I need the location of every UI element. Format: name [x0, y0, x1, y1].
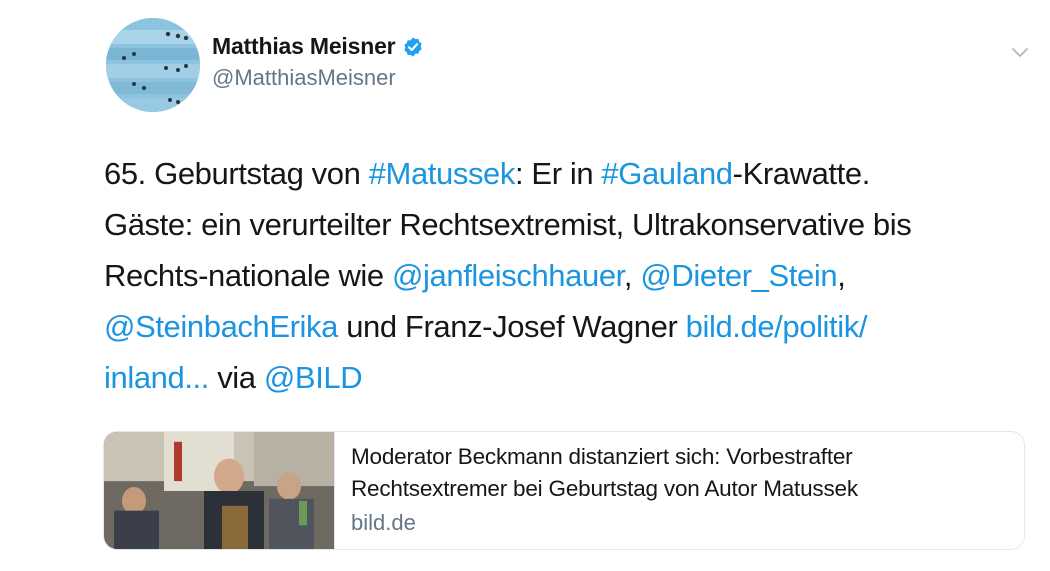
mention-janfleischhauer-link[interactable]: @janfleischhauer — [392, 258, 624, 293]
chevron-down-icon[interactable] — [1008, 40, 1032, 64]
avatar[interactable] — [106, 18, 200, 112]
tweet-line: inland... via @BILD — [104, 352, 1004, 403]
mention-bild-link[interactable]: @BILD — [264, 360, 363, 395]
tweet-text-segment: -Krawatte. — [732, 156, 871, 191]
tweet-line: Rechts-nationale wie @janfleischhauer, @… — [104, 250, 1004, 301]
author-handle[interactable]: @MatthiasMeisner — [212, 65, 396, 91]
card-domain: bild.de — [351, 510, 416, 535]
tweet-line: Gäste: ein verurteilter Rechtsextremist,… — [104, 199, 1004, 250]
link-preview-card[interactable]: Moderator Beckmann distanziert sich: Vor… — [103, 431, 1025, 550]
card-image[interactable] — [104, 432, 334, 549]
tweet-text-segment: und Franz-Josef Wagner — [337, 309, 686, 344]
tweet-line: @SteinbachErika und Franz-Josef Wagner b… — [104, 301, 1004, 352]
verified-badge-icon — [404, 36, 423, 57]
card-photo — [104, 432, 334, 549]
card-title-line: Moderator Beckmann distanziert sich: Vor… — [351, 444, 853, 469]
url-link[interactable]: bild.de/politik/ — [686, 309, 868, 344]
tweet-text: 65. Geburtstag von #Matussek: Er in #Gau… — [104, 148, 1004, 403]
tweet-text-segment: , — [837, 258, 846, 293]
hashtag-gauland-link[interactable]: #Gauland — [601, 156, 733, 191]
avatar-image — [106, 18, 200, 112]
mention-dieter-stein-link[interactable]: @Dieter_Stein — [640, 258, 837, 293]
author-name-row: Matthias Meisner — [212, 33, 424, 60]
card-body: Moderator Beckmann distanziert sich: Vor… — [334, 432, 1024, 549]
tweet-text-segment: Gäste: ein verurteilter Rechtsextremist,… — [104, 207, 912, 242]
card-title-line: Rechtsextremer bei Geburtstag von Autor … — [351, 476, 858, 501]
tweet-text-segment: , — [623, 258, 641, 293]
tweet-text-segment: Rechts-nationale wie — [104, 258, 392, 293]
tweet-text-segment: : Er in — [515, 156, 602, 191]
tweet-line: 65. Geburtstag von #Matussek: Er in #Gau… — [104, 148, 1004, 199]
author-display-name[interactable]: Matthias Meisner — [212, 33, 396, 60]
url-link-continued[interactable]: inland... — [104, 360, 209, 395]
mention-steinbacherika-link[interactable]: @SteinbachErika — [104, 309, 338, 344]
tweet-text-segment: via — [208, 360, 264, 395]
tweet-text-segment: 65. Geburtstag von — [104, 156, 369, 191]
hashtag-matussek-link[interactable]: #Matussek — [369, 156, 516, 191]
